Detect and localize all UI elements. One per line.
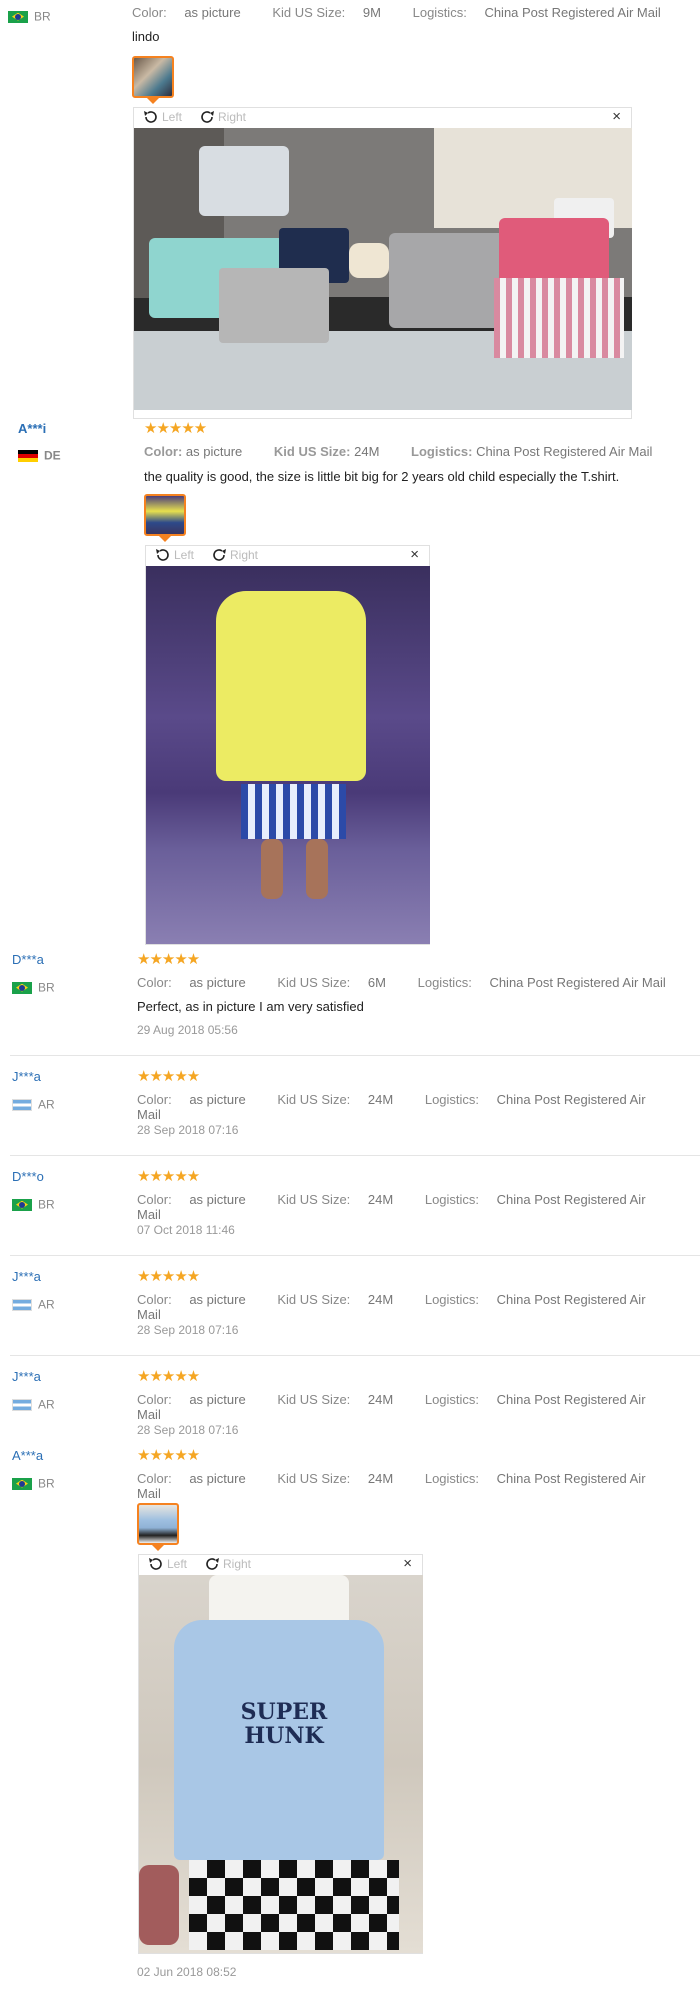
review-date: 28 Sep 2018 07:16 [137,1423,239,1437]
shirt-grey [389,233,509,328]
review-meta: Color: as picture Kid US Size: 24M Logis… [137,1471,646,1501]
review-date: 28 Sep 2018 07:16 [137,1123,239,1137]
star-rating: ★★★★★ [137,1268,200,1285]
reviewer-country: AR [12,1296,55,1312]
argentina-flag-icon [12,1098,32,1111]
reviewer-country: BR [8,8,51,24]
review-photo [146,566,430,944]
child-leg [261,839,283,899]
child-leg [306,839,328,899]
rotate-left-icon [149,1558,162,1570]
thumbnail-caret-icon [159,536,171,542]
brazil-flag-icon [12,1198,32,1211]
brazil-flag-icon [12,981,32,994]
review-text: the quality is good, the size is little … [144,469,620,484]
child-plaid-shorts [241,784,346,839]
thumbnail-caret-icon [147,98,159,104]
photo-viewer: Left Right × [133,107,632,419]
reviewer-name[interactable]: D***a [12,952,44,967]
rotate-right-button[interactable]: Right [203,1556,251,1572]
review-meta: Color: as picture Kid US Size: 9M Logist… [132,5,661,20]
reviewer-name[interactable]: A***i [18,421,46,436]
rotate-left-button[interactable]: Left [147,1556,187,1572]
brazil-flag-icon [12,1477,32,1490]
rotate-right-icon [201,111,214,123]
water-dispenser [199,146,289,216]
review-date: 29 Aug 2018 05:56 [137,1023,238,1037]
reviewer-country: AR [12,1396,55,1412]
rotate-right-button[interactable]: Right [198,109,246,125]
child-yellow-shirt [216,591,366,781]
star-rating: ★★★★★ [137,951,200,968]
checkered-shorts [189,1860,399,1950]
shorts-plaid [494,278,624,358]
review-meta: Color: as picture Kid US Size: 24M Logis… [137,1392,646,1422]
review-meta: Color: as picture Kid US Size: 24M Logis… [137,1092,646,1122]
review-photo-thumbnail[interactable] [132,56,174,98]
star-rating: ★★★★★ [137,1168,200,1185]
reviewer-country: DE [18,447,61,463]
review-date: 02 Jun 2018 08:52 [137,1965,237,1979]
argentina-flag-icon [12,1398,32,1411]
review-photo [134,128,632,410]
star-rating: ★★★★★ [137,1447,200,1464]
brazil-flag-icon [8,10,28,23]
review-divider [10,1355,700,1356]
reviewer-name[interactable]: J***a [12,1269,41,1284]
review-date: 07 Oct 2018 11:46 [137,1223,235,1237]
viewer-close-button[interactable]: × [410,546,419,563]
review-text: Perfect, as in picture I am very satisfi… [137,999,364,1014]
review-meta: Color: as picture Kid US Size: 6M Logist… [137,975,666,990]
star-rating: ★★★★★ [137,1368,200,1385]
reviewer-country: BR [12,979,55,995]
background-object [139,1865,179,1945]
sandals [349,243,389,278]
viewer-close-button[interactable]: × [403,1555,412,1572]
argentina-flag-icon [12,1298,32,1311]
rotate-left-button[interactable]: Left [142,109,182,125]
rotate-right-icon [213,549,226,561]
photo-viewer: Left Right × [145,545,430,945]
review-photo-thumbnail[interactable] [144,494,186,536]
review-divider [10,1055,700,1056]
star-rating: ★★★★★ [137,1068,200,1085]
review-meta: Color: as picture Kid US Size: 24M Logis… [144,444,653,459]
star-rating: ★★★★★ [144,420,207,437]
review-divider [10,1155,700,1156]
review-date: 28 Sep 2018 07:16 [137,1323,239,1337]
reviewer-name[interactable]: J***a [12,1369,41,1384]
rotate-right-icon [206,1558,219,1570]
germany-flag-icon [18,449,38,462]
review-text: lindo [132,29,160,44]
review-photo-thumbnail[interactable] [137,1503,179,1545]
reviewer-country: AR [12,1096,55,1112]
rotate-left-icon [144,111,157,123]
review-photo: SUPER HUNK [139,1575,423,1953]
shorts-grey [219,268,329,343]
rotate-left-button[interactable]: Left [154,547,194,563]
shirt-print-text: SUPER HUNK [240,1699,328,1749]
review-meta: Color: as picture Kid US Size: 24M Logis… [137,1192,646,1222]
reviewer-country: BR [12,1475,55,1491]
review-meta: Color: as picture Kid US Size: 24M Logis… [137,1292,646,1322]
thumbnail-caret-icon [152,1545,164,1551]
viewer-close-button[interactable]: × [612,108,621,125]
reviewer-country: BR [12,1196,55,1212]
rotate-right-button[interactable]: Right [210,547,258,563]
reviewer-name[interactable]: A***a [12,1448,43,1463]
rotate-left-icon [156,549,169,561]
review-divider [10,1255,700,1256]
reviewer-name[interactable]: J***a [12,1069,41,1084]
reviewer-name[interactable]: D***o [12,1169,44,1184]
photo-viewer: Left Right × SUPER HUNK [138,1554,423,1954]
